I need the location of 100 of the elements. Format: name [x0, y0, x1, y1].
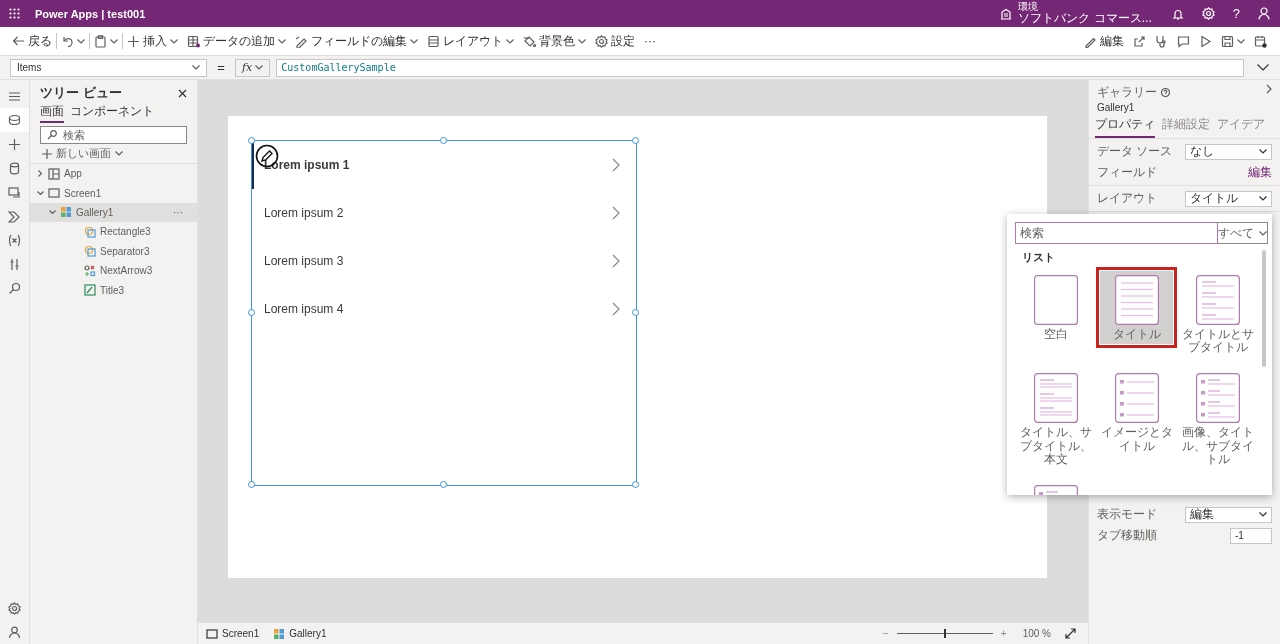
database-icon	[8, 161, 21, 175]
command-button[interactable]: フィールドの編集	[291, 33, 423, 49]
edit-link[interactable]: 編集	[1248, 164, 1272, 181]
command-button[interactable]: 編集	[1080, 33, 1129, 49]
chevron-down-icon	[578, 38, 586, 44]
resize-handle[interactable]	[632, 481, 639, 488]
chevron-down-icon	[77, 38, 85, 44]
layout-option[interactable]: 空白	[1015, 267, 1096, 349]
dropdown[interactable]: タイトル	[1185, 190, 1272, 207]
paint-icon	[523, 34, 536, 48]
publish-icon	[1254, 34, 1267, 48]
chevron-right-icon	[612, 206, 620, 220]
gallery-item[interactable]: Lorem ipsum 3	[252, 237, 636, 285]
resize-handle[interactable]	[440, 481, 447, 488]
breadcrumb[interactable]: Gallery1	[273, 627, 327, 640]
tree-item[interactable]: Gallery1 ···	[30, 202, 197, 223]
command-button[interactable]: 戻る	[8, 33, 57, 49]
chevron-right-icon[interactable]	[38, 170, 42, 178]
list-layout-icon	[1033, 275, 1078, 325]
function-button[interactable]: fx	[235, 58, 271, 77]
gallery[interactable]: Lorem ipsum 1 Lorem ipsum 2 Lorem ipsum 3 Lorem ipsum 4	[251, 140, 637, 486]
icons-icon	[84, 264, 96, 277]
shape-icon	[84, 225, 96, 238]
layout-option[interactable]: タイトル	[1096, 267, 1177, 349]
formula-field[interactable]: CustomGallerySample	[276, 58, 1244, 77]
search-field[interactable]: 検索	[40, 126, 187, 144]
layout-option[interactable]: イメージとタイトル	[1096, 365, 1177, 460]
settings-icon[interactable]	[1201, 7, 1215, 20]
app-title: Power Apps | test001	[35, 7, 146, 20]
help-button[interactable]: ?	[1232, 7, 1240, 20]
panel-title: ツリー ビュー	[40, 84, 122, 102]
chevron-down-icon	[1259, 149, 1267, 154]
control-name: Gallery1	[1096, 101, 1136, 113]
search-field[interactable]: 検索	[1015, 222, 1218, 244]
power-automate-icon	[8, 209, 21, 223]
new-screen-button[interactable]: 新しい画面	[30, 144, 135, 163]
clipboard-icon	[94, 34, 107, 48]
back-arrow-icon	[12, 34, 25, 48]
resize-handle[interactable]	[248, 137, 255, 144]
list-layout-icon	[1033, 373, 1078, 424]
resize-handle[interactable]	[248, 481, 255, 488]
command-button[interactable]: レイアウト	[423, 33, 519, 49]
command-button[interactable]: 挿入	[123, 33, 183, 49]
layers-tab[interactable]	[0, 108, 29, 132]
tree-item[interactable]: Rectangle3	[30, 222, 197, 242]
chevron-down-icon	[410, 38, 418, 44]
section-heading: リスト	[1021, 250, 1056, 265]
app-launcher-icon[interactable]	[9, 8, 20, 19]
command-button[interactable]: 背景色	[519, 33, 591, 49]
environment-name[interactable]: ソフトバンク コマース...	[1018, 12, 1152, 26]
dropdown[interactable]: 編集	[1185, 506, 1272, 523]
layout-option[interactable]: タイトルとサブタイトル	[1177, 267, 1258, 362]
list-layout-icon	[1114, 373, 1159, 424]
building-icon[interactable]	[1000, 7, 1013, 20]
tree-item[interactable]: Separator3	[30, 241, 197, 261]
resize-handle[interactable]	[632, 137, 639, 144]
property-dropdown[interactable]: Items	[10, 58, 207, 77]
chevron-right-icon[interactable]	[1266, 84, 1272, 94]
tab[interactable]: 画面	[40, 103, 64, 123]
tab[interactable]: コンポーネント	[70, 103, 154, 123]
control-type: ギャラリー	[1097, 84, 1157, 101]
scrollbar[interactable]	[1262, 250, 1266, 367]
command-button[interactable]: データの追加	[183, 33, 291, 49]
tree-item[interactable]: Title3	[30, 280, 197, 300]
chevron-down-icon[interactable]	[1257, 64, 1269, 71]
person-icon[interactable]	[1258, 7, 1270, 20]
close-icon[interactable]	[178, 88, 187, 98]
filter-dropdown[interactable]: すべて	[1218, 222, 1268, 244]
more-button[interactable]: ···	[640, 33, 661, 49]
breadcrumb[interactable]: Screen1	[206, 627, 260, 640]
resize-handle[interactable]	[440, 137, 447, 144]
chevron-down-icon[interactable]	[36, 191, 44, 196]
tab[interactable]: プロパティ	[1095, 116, 1155, 138]
environment-label: 環境	[1018, 1, 1040, 13]
chevron-down-icon[interactable]	[48, 210, 56, 215]
layout-option[interactable]: 画像、タイトル、サブタイトル	[1177, 365, 1258, 473]
chevron-down-icon	[506, 38, 514, 44]
resize-handle[interactable]	[632, 309, 639, 316]
more-button[interactable]: ···	[173, 206, 183, 218]
dropdown[interactable]: なし	[1185, 143, 1272, 160]
tree-item[interactable]: Screen1	[30, 183, 197, 203]
expand-icon[interactable]	[1065, 628, 1076, 639]
tree-item[interactable]: NextArrow3	[30, 260, 197, 281]
zoom-reading: 100 %	[1022, 628, 1051, 639]
chevron-down-icon	[1259, 196, 1267, 201]
bell-icon[interactable]	[1171, 7, 1184, 20]
resize-handle[interactable]	[248, 309, 255, 316]
number-field[interactable]: -1	[1230, 527, 1272, 544]
chevron-down-icon	[1259, 230, 1267, 236]
gallery-item[interactable]: Lorem ipsum 4	[252, 285, 636, 333]
help-icon[interactable]	[1161, 88, 1170, 97]
tree-item[interactable]: App	[30, 164, 197, 184]
plus-icon	[127, 34, 140, 48]
layout-option[interactable]: タイトル、サブタイトル、本文	[1015, 365, 1096, 473]
slider-thumb[interactable]	[943, 629, 946, 638]
gallery-item[interactable]: Lorem ipsum 2	[252, 189, 636, 237]
label-icon	[84, 284, 96, 297]
media-icon	[8, 185, 21, 199]
property-label: データ ソース	[1097, 143, 1173, 160]
command-button[interactable]: 設定	[591, 33, 640, 49]
